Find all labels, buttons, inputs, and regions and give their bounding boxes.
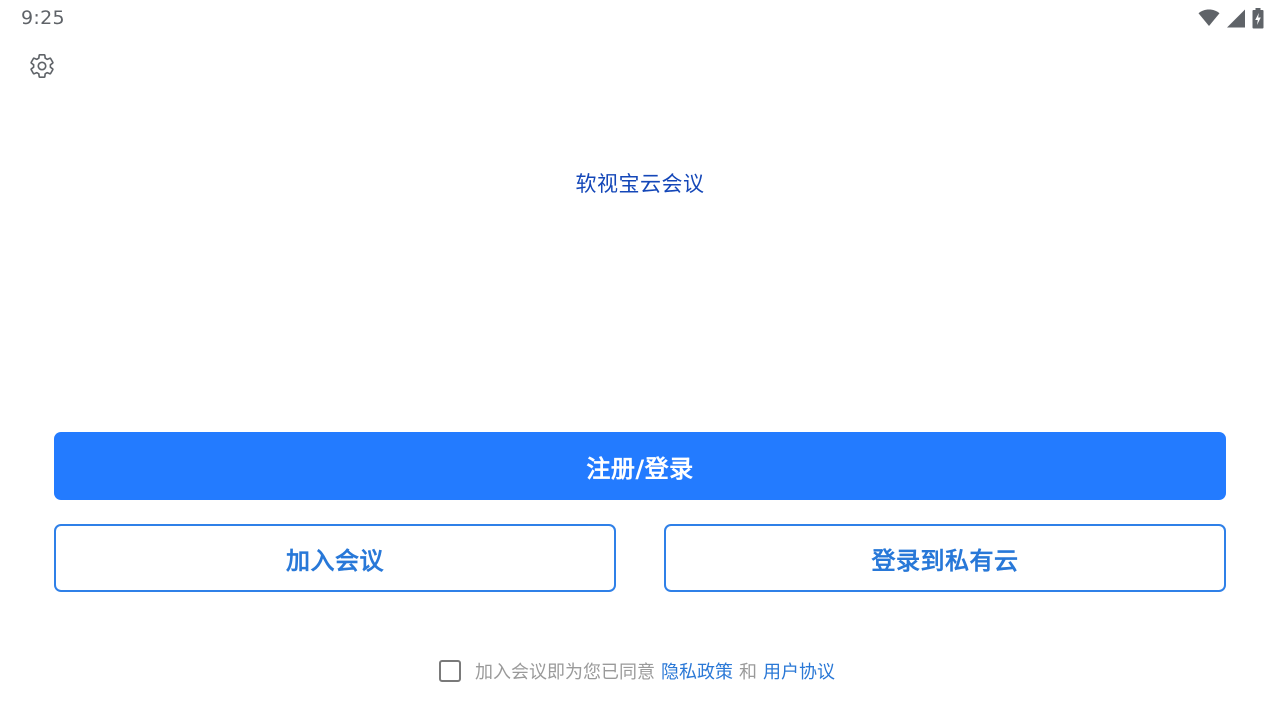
app-title: 软视宝云会议 xyxy=(575,172,705,196)
privacy-policy-link[interactable]: 隐私政策 xyxy=(661,658,733,684)
register-login-button[interactable]: 注册/登录 xyxy=(54,432,1226,500)
agreement-checkbox[interactable] xyxy=(439,660,461,682)
agreement-text: 加入会议即为您已同意 xyxy=(475,662,655,683)
status-bar: 9:25 xyxy=(0,0,1280,36)
status-time: 9:25 xyxy=(21,7,65,29)
settings-button[interactable] xyxy=(26,52,58,84)
status-icons xyxy=(1198,7,1264,29)
battery-charging-icon xyxy=(1252,7,1264,29)
signal-icon xyxy=(1226,9,1246,28)
gear-icon xyxy=(28,52,56,84)
wifi-icon xyxy=(1198,9,1220,27)
agreement-and-text: 和 xyxy=(739,662,757,683)
login-private-cloud-button[interactable]: 登录到私有云 xyxy=(664,524,1226,592)
join-meeting-button[interactable]: 加入会议 xyxy=(54,524,616,592)
login-screen: 9:25 软视宝云会议 注册/登录 加入会议 登录到私有云 加入会议即为您已同意… xyxy=(0,0,1280,720)
user-agreement-link[interactable]: 用户协议 xyxy=(763,658,835,684)
agreement-row: 加入会议即为您已同意 隐私政策 和 用户协议 xyxy=(0,658,1280,684)
